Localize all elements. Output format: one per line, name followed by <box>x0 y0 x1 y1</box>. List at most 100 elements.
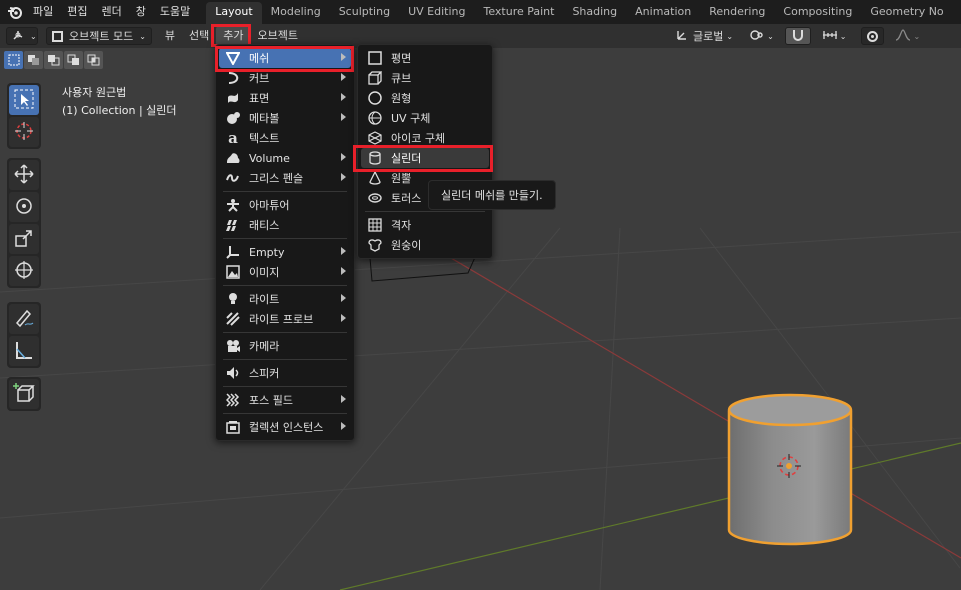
select-box-tool[interactable] <box>9 85 39 115</box>
chevron-down-icon: ⌄ <box>767 31 774 41</box>
add-menu-item-camera[interactable]: 카메라 <box>219 336 351 356</box>
tool-group-annotate <box>7 302 41 368</box>
mesh-item-grid[interactable]: 격자 <box>361 215 489 235</box>
add-menu: 메쉬 커브 표면 메타볼 a 텍스트 Volume 그리스 펜슬 아마튜어 래티… <box>215 44 355 441</box>
add-menu-item-surface[interactable]: 표면 <box>219 88 351 108</box>
tab-shading[interactable]: Shading <box>563 2 626 22</box>
crosshair-cursor-icon <box>13 120 35 145</box>
pivot-point-dropdown[interactable]: ⌄ <box>744 27 779 45</box>
add-menu-item-volume[interactable]: Volume <box>219 148 351 168</box>
uv-sphere-icon <box>367 110 383 126</box>
menu-separator <box>223 332 347 333</box>
tab-modeling[interactable]: Modeling <box>262 2 330 22</box>
orientation-axes-icon <box>675 28 689 45</box>
mesh-item-label: 원형 <box>391 92 412 105</box>
select-extend-icon[interactable] <box>24 51 43 69</box>
select-cursor-icon <box>13 88 35 113</box>
mesh-item-plane[interactable]: 평면 <box>361 48 489 68</box>
mode-dropdown[interactable]: 오브젝트 모드 ⌄ <box>46 27 152 45</box>
mesh-item-circle[interactable]: 원형 <box>361 88 489 108</box>
select-intersect-icon[interactable] <box>84 51 103 69</box>
add-menu-item-light-probe[interactable]: 라이트 프로브 <box>219 309 351 329</box>
add-menu-item-image[interactable]: 이미지 <box>219 262 351 282</box>
workspace-tabs: Layout Modeling Sculpting UV Editing Tex… <box>206 0 952 24</box>
submenu-arrow-icon <box>341 153 346 161</box>
tab-uv-editing[interactable]: UV Editing <box>399 2 474 22</box>
mesh-item-cylinder[interactable]: 실린더 <box>361 148 489 168</box>
tab-texture-paint[interactable]: Texture Paint <box>474 2 563 22</box>
add-menu-label: Empty <box>249 245 285 259</box>
add-menu-item-speaker[interactable]: 스피커 <box>219 363 351 383</box>
mesh-item-uv-sphere[interactable]: UV 구체 <box>361 108 489 128</box>
editor-type-button[interactable]: ⌄ <box>6 27 38 45</box>
tab-rendering[interactable]: Rendering <box>700 2 774 22</box>
add-menu-item-text[interactable]: a 텍스트 <box>219 128 351 148</box>
cylinder-object[interactable] <box>725 390 855 550</box>
select-subtract-icon[interactable] <box>44 51 63 69</box>
annotate-tool[interactable] <box>9 304 39 334</box>
add-menu-item-lattice[interactable]: 래티스 <box>219 215 351 235</box>
menu-window[interactable]: 창 <box>129 0 153 24</box>
collection-label: (1) Collection | 실린더 <box>62 104 177 117</box>
measure-tool[interactable] <box>9 336 39 366</box>
menu-edit[interactable]: 편집 <box>60 0 94 24</box>
add-menu-item-curve[interactable]: 커브 <box>219 68 351 88</box>
proportional-editing-toggle[interactable] <box>861 27 885 45</box>
mesh-item-ico-sphere[interactable]: 아이코 구체 <box>361 128 489 148</box>
submenu-arrow-icon <box>341 267 346 275</box>
blender-logo-icon[interactable] <box>4 0 26 24</box>
submenu-arrow-icon <box>341 395 346 403</box>
add-cube-icon <box>13 382 35 407</box>
add-cube-tool[interactable] <box>9 379 39 409</box>
falloff-dropdown[interactable]: ⌄ <box>890 27 925 45</box>
submenu-arrow-icon <box>341 53 346 61</box>
tab-compositing[interactable]: Compositing <box>774 2 861 22</box>
menu-help[interactable]: 도움말 <box>153 0 197 24</box>
menu-separator <box>223 386 347 387</box>
menu-render[interactable]: 렌더 <box>95 0 129 24</box>
add-menu-item-armature[interactable]: 아마튜어 <box>219 195 351 215</box>
menu-select[interactable]: 선택 <box>182 24 216 48</box>
cube-icon <box>367 70 383 86</box>
transform-orientation-dropdown[interactable]: 글로벌 ⌄ <box>670 27 738 45</box>
mesh-item-label: 원숭이 <box>391 239 422 252</box>
add-menu-label: Volume <box>249 151 290 165</box>
tab-animation[interactable]: Animation <box>626 2 700 22</box>
grid-icon <box>367 217 383 233</box>
snap-increment-icon <box>822 29 838 44</box>
add-menu-item-collection-instance[interactable]: 컬렉션 인스턴스 <box>219 417 351 437</box>
mesh-item-label: 격자 <box>391 219 412 232</box>
add-menu-item-light[interactable]: 라이트 <box>219 289 351 309</box>
scale-tool[interactable] <box>9 224 39 254</box>
tab-layout[interactable]: Layout <box>206 2 262 24</box>
select-new-icon[interactable] <box>4 51 23 69</box>
add-menu-item-metaball[interactable]: 메타볼 <box>219 108 351 128</box>
add-menu-label: 메쉬 <box>249 52 270 65</box>
add-menu-label: 커브 <box>249 72 270 85</box>
mesh-item-monkey[interactable]: 원숭이 <box>361 235 489 255</box>
add-menu-item-mesh[interactable]: 메쉬 <box>219 48 351 68</box>
menu-file[interactable]: 파일 <box>26 0 60 24</box>
force-field-icon <box>225 392 241 408</box>
move-tool[interactable] <box>9 160 39 190</box>
metaball-icon <box>225 110 241 126</box>
add-menu-item-grease-pencil[interactable]: 그리스 펜슬 <box>219 168 351 188</box>
transform-tool[interactable] <box>9 256 39 286</box>
mesh-item-cube[interactable]: 큐브 <box>361 68 489 88</box>
rotate-icon <box>13 195 35 220</box>
orientation-label: 글로벌 <box>693 30 724 43</box>
menu-add[interactable]: 추가 <box>216 26 251 46</box>
snap-target-dropdown[interactable]: ⌄ <box>817 27 852 45</box>
menu-view[interactable]: 뷰 <box>158 24 182 48</box>
tab-sculpting[interactable]: Sculpting <box>330 2 399 22</box>
volume-icon <box>225 150 241 166</box>
menu-separator <box>223 285 347 286</box>
tab-geometry-nodes[interactable]: Geometry No <box>861 2 952 22</box>
cursor-tool[interactable] <box>9 117 39 147</box>
select-invert-icon[interactable] <box>64 51 83 69</box>
add-menu-item-empty[interactable]: Empty <box>219 242 351 262</box>
rotate-tool[interactable] <box>9 192 39 222</box>
pivot-icon <box>749 28 765 45</box>
add-menu-item-force-field[interactable]: 포스 필드 <box>219 390 351 410</box>
snap-toggle[interactable] <box>784 27 811 45</box>
